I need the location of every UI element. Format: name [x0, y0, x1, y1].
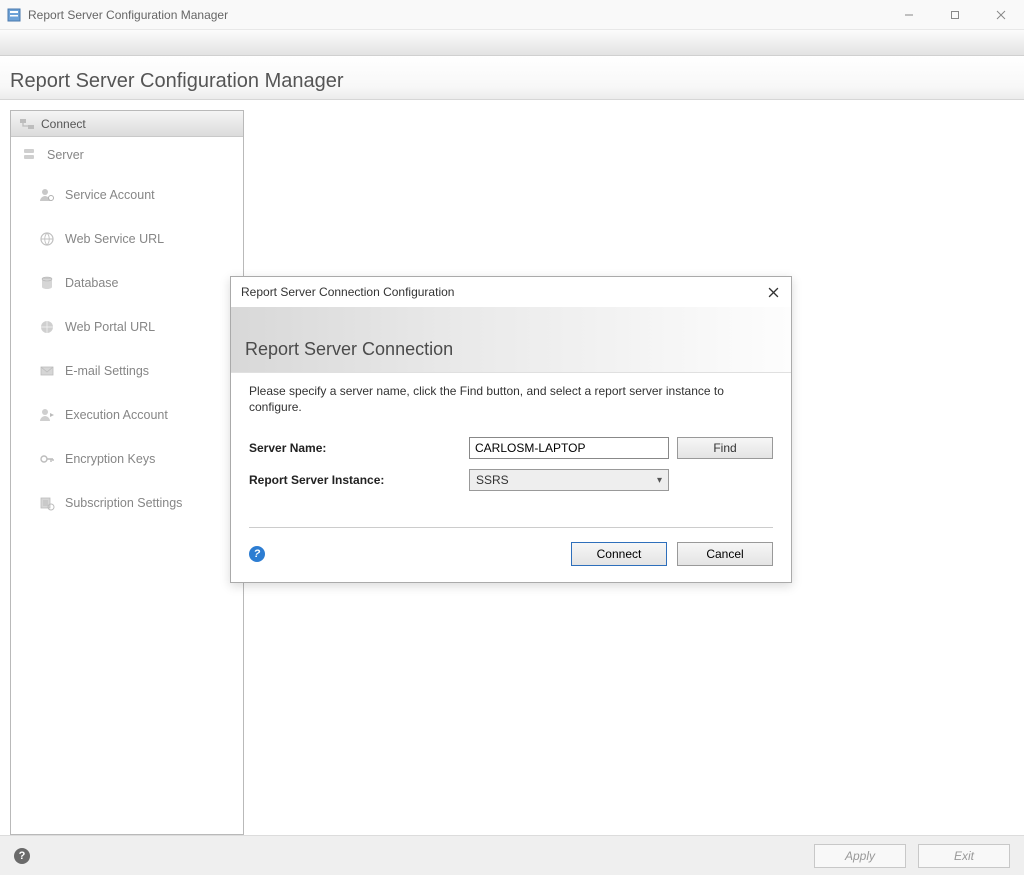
dialog-titlebar: Report Server Connection Configuration [231, 277, 791, 307]
connect-icon [19, 116, 35, 132]
sidebar-item-email-settings[interactable]: E-mail Settings [11, 349, 243, 393]
dialog-help-icon[interactable]: ? [249, 546, 265, 562]
dialog-footer: ? Connect Cancel [231, 542, 791, 582]
exit-button[interactable]: Exit [918, 844, 1010, 868]
sidebar-item-subscription-settings[interactable]: Subscription Settings [11, 481, 243, 525]
sidebar-item-server[interactable]: Server [11, 137, 243, 173]
globe-link-icon [39, 231, 55, 247]
sidebar-connect[interactable]: Connect [11, 111, 243, 137]
sidebar-connect-label: Connect [41, 117, 86, 131]
subscription-icon [39, 495, 55, 511]
instance-selected-value: SSRS [476, 473, 509, 487]
sidebar-item-execution-account[interactable]: Execution Account [11, 393, 243, 437]
sidebar-item-label: Service Account [65, 188, 155, 202]
account-run-icon [39, 407, 55, 423]
dialog-instructions: Please specify a server name, click the … [249, 383, 773, 415]
sidebar-item-label: Web Portal URL [65, 320, 155, 334]
user-gear-icon [39, 187, 55, 203]
apply-button[interactable]: Apply [814, 844, 906, 868]
server-name-input[interactable] [469, 437, 669, 459]
minimize-button[interactable] [886, 0, 932, 30]
connection-dialog: Report Server Connection Configuration R… [230, 276, 792, 583]
sidebar-item-web-service-url[interactable]: Web Service URL [11, 217, 243, 261]
status-footer: ? Apply Exit [0, 835, 1024, 875]
dialog-body: Please specify a server name, click the … [231, 373, 791, 542]
cancel-button[interactable]: Cancel [677, 542, 773, 566]
instance-select[interactable]: SSRS [469, 469, 669, 491]
app-icon [6, 7, 22, 23]
dialog-divider [249, 527, 773, 528]
instance-label: Report Server Instance: [249, 473, 469, 487]
page-title: Report Server Configuration Manager [10, 70, 1014, 93]
find-button[interactable]: Find [677, 437, 773, 459]
window-controls [886, 0, 1024, 30]
sidebar: Connect Server Service Account Web Servi… [10, 110, 244, 835]
window-title: Report Server Configuration Manager [28, 8, 228, 22]
database-icon [39, 275, 55, 291]
server-icon [21, 147, 37, 163]
sidebar-item-service-account[interactable]: Service Account [11, 173, 243, 217]
help-icon[interactable]: ? [14, 848, 30, 864]
close-button[interactable] [978, 0, 1024, 30]
mail-icon [39, 363, 55, 379]
key-icon [39, 451, 55, 467]
app-window: Report Server Configuration Manager Repo… [0, 0, 1024, 875]
sidebar-item-label: Database [65, 276, 119, 290]
server-name-row: Server Name: Find [249, 437, 773, 459]
dialog-header: Report Server Connection [231, 307, 791, 373]
dialog-close-button[interactable] [765, 284, 781, 300]
instance-row: Report Server Instance: SSRS [249, 469, 773, 491]
sidebar-item-label: Subscription Settings [65, 496, 182, 510]
dialog-heading: Report Server Connection [245, 339, 777, 360]
sidebar-item-label: Execution Account [65, 408, 168, 422]
sidebar-item-label: Web Service URL [65, 232, 164, 246]
titlebar: Report Server Configuration Manager [0, 0, 1024, 30]
ribbon-spacer [0, 30, 1024, 56]
sidebar-item-label: Server [47, 148, 84, 162]
connect-button[interactable]: Connect [571, 542, 667, 566]
page-header: Report Server Configuration Manager [0, 56, 1024, 100]
sidebar-item-database[interactable]: Database [11, 261, 243, 305]
sidebar-item-label: Encryption Keys [65, 452, 155, 466]
server-name-label: Server Name: [249, 441, 469, 455]
dialog-title: Report Server Connection Configuration [241, 285, 454, 299]
sidebar-item-encryption-keys[interactable]: Encryption Keys [11, 437, 243, 481]
sidebar-item-web-portal-url[interactable]: Web Portal URL [11, 305, 243, 349]
globe-icon [39, 319, 55, 335]
maximize-button[interactable] [932, 0, 978, 30]
sidebar-item-label: E-mail Settings [65, 364, 149, 378]
